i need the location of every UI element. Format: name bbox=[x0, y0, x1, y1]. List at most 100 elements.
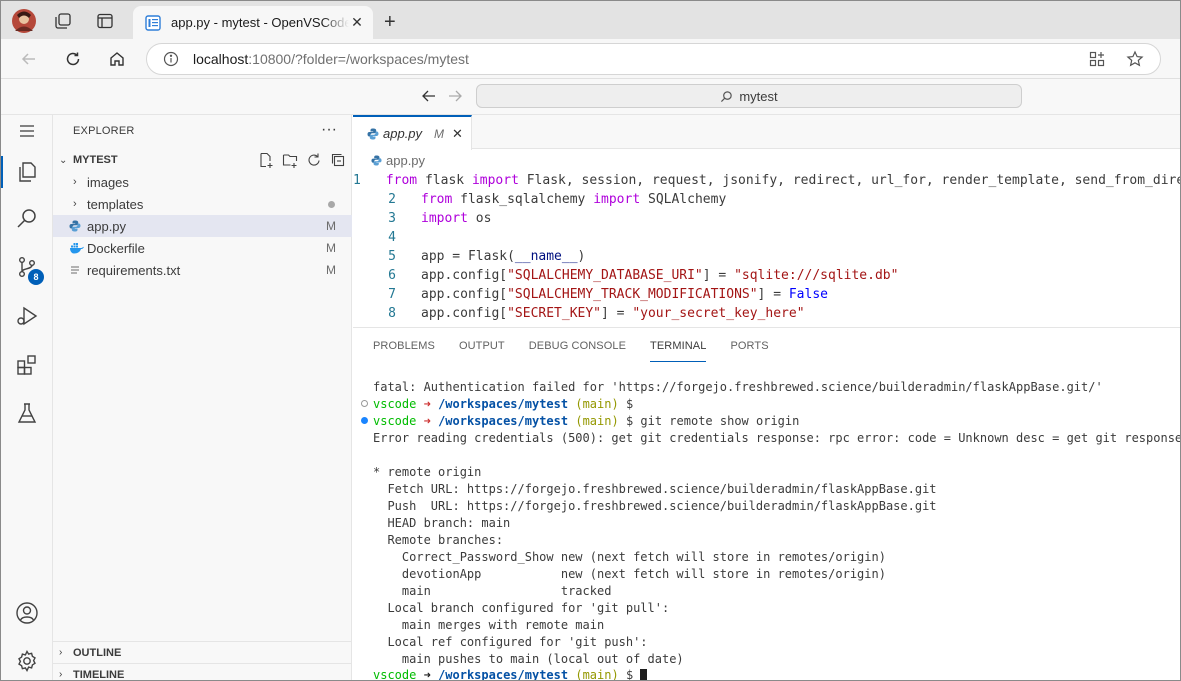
chevron-right-icon: › bbox=[59, 669, 63, 680]
go-back-icon[interactable] bbox=[417, 84, 441, 108]
git-status-badge: M bbox=[326, 241, 336, 255]
settings-gear-icon[interactable] bbox=[1, 639, 53, 680]
python-file-icon bbox=[69, 220, 87, 232]
command-decoration-icon bbox=[360, 400, 368, 407]
explorer-icon[interactable] bbox=[1, 150, 53, 194]
tree-item-dockerfile[interactable]: Dockerfile M bbox=[53, 237, 352, 259]
browser-tab-active[interactable]: app.py - mytest - OpenVSCode Server ✕ bbox=[133, 6, 373, 39]
line-number: 1 bbox=[353, 173, 361, 188]
terminal-line: Fetch URL: https://forgejo.freshbrewed.s… bbox=[373, 481, 937, 496]
git-status-badge: M bbox=[326, 219, 336, 233]
breadcrumb[interactable]: app.py bbox=[371, 153, 425, 168]
code-line: 6 app.config["SQLALCHEMY_DATABASE_URI"] =… bbox=[353, 266, 1180, 285]
source-control-icon[interactable]: 8 bbox=[1, 245, 53, 289]
tab-ports[interactable]: PORTS bbox=[730, 340, 768, 362]
code-line: 3 import os bbox=[353, 209, 1180, 228]
source-control-badge: 8 bbox=[28, 269, 44, 285]
terminal-line: Local branch configured for 'git pull': bbox=[373, 600, 670, 615]
line-number: 8 bbox=[388, 306, 396, 321]
testing-icon[interactable] bbox=[1, 391, 53, 435]
chevron-right-icon: › bbox=[73, 198, 77, 210]
command-decoration-icon bbox=[360, 417, 368, 424]
outline-section[interactable]: › OUTLINE bbox=[53, 641, 352, 663]
python-file-icon bbox=[367, 128, 379, 139]
folder-name: MYTEST bbox=[73, 154, 118, 166]
tab-debug-console[interactable]: DEBUG CONSOLE bbox=[529, 340, 626, 362]
close-editor-icon[interactable]: ✕ bbox=[452, 126, 463, 142]
terminal-line: Error reading credentials (500): get git… bbox=[373, 430, 1180, 445]
terminal-prompt-line: vscode ➜ /workspaces/mytest (main) $ git… bbox=[353, 412, 1180, 429]
tree-item-images[interactable]: › images bbox=[53, 171, 352, 193]
editor-area: app.py M ✕ app.py 1 from flask import Fla… bbox=[353, 115, 1181, 327]
tab-problems[interactable]: PROBLEMS bbox=[373, 340, 435, 362]
site-info-icon[interactable] bbox=[163, 51, 179, 67]
workspaces-icon[interactable] bbox=[52, 10, 74, 32]
sidebar-title: EXPLORER bbox=[73, 125, 135, 137]
url-host: localhost bbox=[193, 51, 249, 67]
collapse-all-icon[interactable] bbox=[330, 152, 346, 168]
docker-file-icon bbox=[69, 242, 87, 254]
new-folder-icon[interactable] bbox=[282, 152, 298, 168]
refresh-icon[interactable] bbox=[61, 47, 85, 71]
new-tab-icon[interactable]: + bbox=[384, 11, 396, 34]
tree-item-label: requirements.txt bbox=[87, 262, 181, 278]
python-file-icon bbox=[371, 155, 382, 166]
tree-item-label: app.py bbox=[87, 218, 127, 234]
url-field[interactable]: localhost:10800/?folder=/workspaces/myte… bbox=[146, 43, 1161, 75]
close-tab-icon[interactable]: ✕ bbox=[349, 14, 365, 31]
folder-header[interactable]: ⌄ MYTEST bbox=[53, 149, 352, 171]
terminal[interactable]: fatal: Authentication failed for 'https:… bbox=[353, 378, 1180, 680]
code-line: 8 app.config["SECRET_KEY"] = "your_secret… bbox=[353, 304, 1180, 323]
editor-tab-app-py[interactable]: app.py M ✕ bbox=[353, 115, 472, 150]
vertical-tabs-icon[interactable] bbox=[94, 10, 116, 32]
app-available-icon[interactable] bbox=[1088, 50, 1106, 68]
explorer-sidebar: EXPLORER ··· ⌄ MYTEST › images › templat… bbox=[53, 115, 352, 681]
timeline-label: TIMELINE bbox=[73, 668, 125, 681]
tree-item-label: templates bbox=[87, 196, 144, 212]
url-path: :10800/?folder=/workspaces/mytest bbox=[248, 51, 469, 67]
command-center-label: mytest bbox=[739, 88, 778, 104]
timeline-section[interactable]: › TIMELINE bbox=[53, 663, 352, 681]
terminal-line: Push URL: https://forgejo.freshbrewed.sc… bbox=[373, 498, 937, 513]
tree-item-label: Dockerfile bbox=[87, 240, 145, 256]
refresh-explorer-icon[interactable] bbox=[306, 152, 322, 168]
search-icon bbox=[721, 90, 733, 102]
code-line: 2 from flask_sqlalchemy import SQLAlchemy bbox=[353, 190, 1180, 209]
code-line: 1 from flask import Flask, session, reque… bbox=[353, 173, 1181, 188]
editor-tab-status: M bbox=[434, 126, 445, 141]
profile-avatar[interactable] bbox=[11, 8, 37, 34]
line-number: 6 bbox=[388, 268, 396, 283]
command-center[interactable]: mytest bbox=[476, 84, 1022, 108]
modified-dot bbox=[328, 200, 335, 208]
run-debug-icon[interactable] bbox=[1, 294, 53, 338]
accounts-icon[interactable] bbox=[1, 591, 53, 635]
line-number: 2 bbox=[388, 192, 396, 207]
terminal-line: Remote branches: bbox=[373, 532, 504, 547]
tab-output[interactable]: OUTPUT bbox=[459, 340, 505, 362]
extensions-icon[interactable] bbox=[1, 343, 53, 387]
tab-terminal[interactable]: TERMINAL bbox=[650, 340, 707, 362]
terminal-line: main pushes to main (local out of date) bbox=[373, 651, 684, 666]
panel-tabs: PROBLEMS OUTPUT DEBUG CONSOLE TERMINAL P… bbox=[373, 340, 793, 362]
back-icon[interactable] bbox=[17, 47, 41, 71]
go-forward-icon[interactable] bbox=[443, 84, 467, 108]
outline-label: OUTLINE bbox=[73, 646, 122, 659]
menu-icon[interactable] bbox=[1, 109, 53, 153]
browser-tab-bar: app.py - mytest - OpenVSCode Server ✕ + bbox=[1, 1, 1180, 39]
tree-item-app-py[interactable]: app.py M bbox=[53, 215, 352, 237]
editor-tabs: app.py M ✕ bbox=[353, 115, 1180, 150]
code-editor[interactable]: 1 from flask import Flask, session, reque… bbox=[353, 171, 1181, 323]
new-file-icon[interactable] bbox=[258, 152, 274, 168]
favorite-star-icon[interactable] bbox=[1126, 50, 1144, 68]
tree-item-templates[interactable]: › templates bbox=[53, 193, 352, 215]
more-actions-icon[interactable]: ··· bbox=[321, 121, 337, 139]
terminal-cursor bbox=[640, 668, 648, 680]
screen: app.py - mytest - OpenVSCode Server ✕ + … bbox=[0, 0, 1181, 681]
terminal-line: fatal: Authentication failed for 'https:… bbox=[373, 379, 1103, 394]
search-icon[interactable] bbox=[1, 197, 53, 241]
terminal-line: HEAD branch: main bbox=[373, 515, 511, 530]
home-icon[interactable] bbox=[105, 47, 129, 71]
tree-item-requirements[interactable]: requirements.txt M bbox=[53, 259, 352, 281]
code-line: 4 bbox=[353, 228, 1180, 247]
